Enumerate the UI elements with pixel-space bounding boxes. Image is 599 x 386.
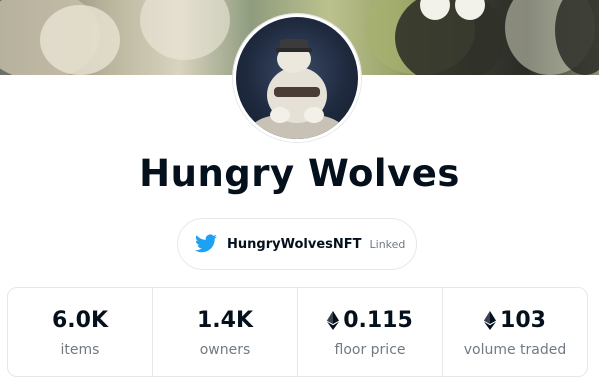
stat-owners-value: 1.4K [196,307,254,333]
twitter-icon [195,234,217,253]
wolf-avatar-image [251,39,343,139]
ethereum-icon [484,310,497,330]
linked-status: Linked [369,237,406,251]
stat-label: items [60,342,100,358]
stat-volume-traded[interactable]: 103 volume traded [443,288,587,376]
ethereum-icon [327,310,340,330]
twitter-handle: HungryWolvesNFT [227,236,362,252]
stat-label: floor price [334,342,406,358]
twitter-link[interactable]: HungryWolvesNFT Linked [177,218,417,270]
stat-value: 0.115 [327,306,413,334]
collection-avatar[interactable] [233,14,361,142]
stat-value: 6.0K [52,306,108,334]
stat-value: 1.4K [197,306,253,334]
stat-label: volume traded [463,342,567,358]
stat-label: owners [199,342,251,358]
stat-volume-traded-value: 103 [500,307,546,333]
collection-title: Hungry Wolves [139,152,460,195]
stat-floor-price[interactable]: 0.115 floor price [298,288,443,376]
stat-owners[interactable]: 1.4K owners [153,288,298,376]
stat-items-value: 6.0K [51,307,109,333]
stat-items[interactable]: 6.0K items [8,288,153,376]
collection-stats: 6.0K items 1.4K owners 0.115 floor price [7,287,588,377]
stat-floor-price-value: 0.115 [343,307,413,333]
collection-header: Hungry Wolves HungryWolvesNFT Linked 6.0… [0,0,599,386]
stat-value: 103 [484,306,546,334]
